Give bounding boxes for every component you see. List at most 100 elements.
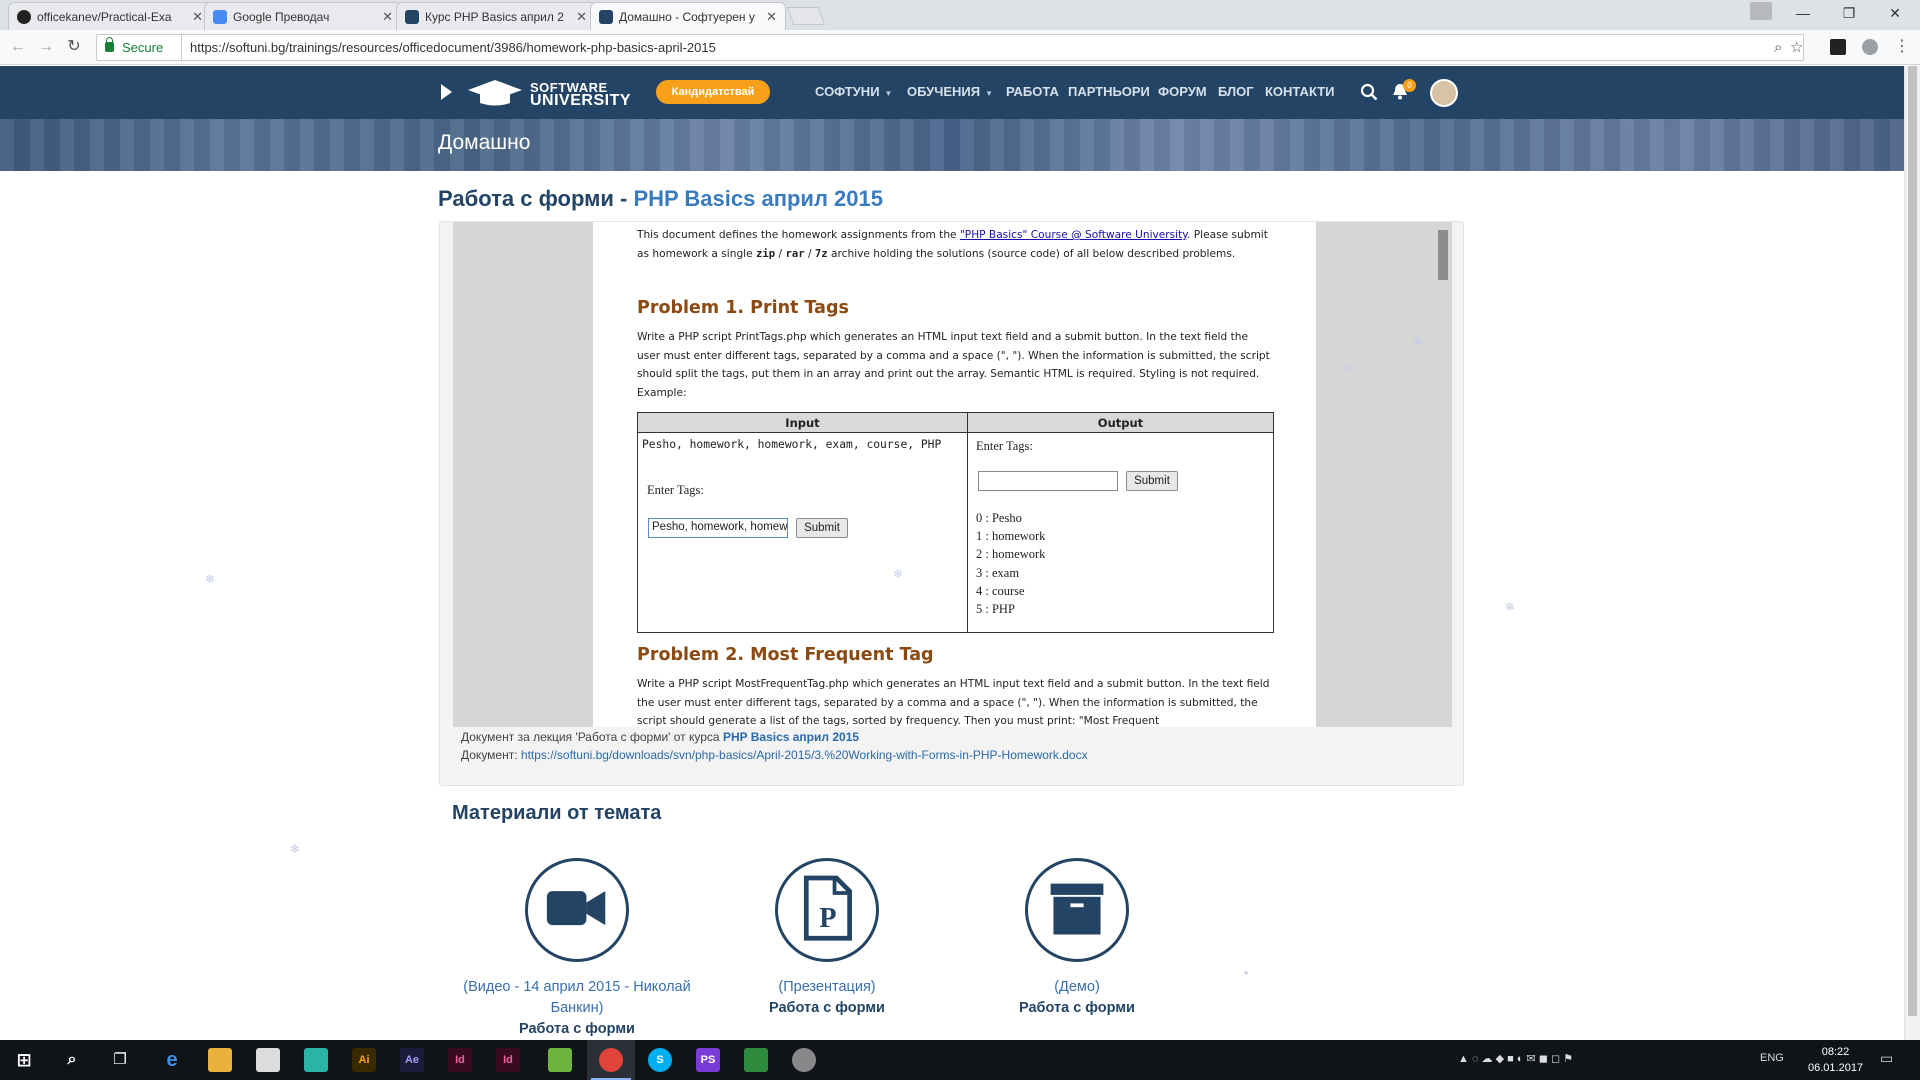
- app-icon[interactable]: [548, 1048, 572, 1072]
- viewer-scrollbar[interactable]: [1438, 230, 1448, 280]
- close-window-icon[interactable]: ✕: [1872, 0, 1918, 28]
- close-tab-icon[interactable]: ✕: [382, 3, 393, 30]
- browser-tab-homework[interactable]: Домашно - Софтуерен у ✕: [590, 2, 786, 30]
- close-tab-icon[interactable]: ✕: [576, 3, 587, 30]
- intro-text: This document defines the homework assig…: [637, 229, 960, 241]
- nav-contacts[interactable]: КОНТАКТИ: [1265, 84, 1335, 99]
- problem-2-text: Write a PHP script MostFrequentTag.php w…: [637, 678, 1270, 727]
- submit-button-example: Submit: [1126, 471, 1178, 491]
- logo-text-university[interactable]: UNIVERSITY: [530, 92, 631, 110]
- avatar[interactable]: [1430, 79, 1458, 107]
- nav-trainings[interactable]: ОБУЧЕНИЯ ▼: [907, 84, 993, 99]
- page-banner: Домашно: [0, 119, 1904, 171]
- intro-text: archive holding the solutions (source co…: [827, 247, 1236, 260]
- reload-icon[interactable]: ↻: [62, 35, 86, 59]
- edge-icon[interactable]: e: [160, 1048, 184, 1072]
- browser-tab-course[interactable]: Курс PHP Basics април 2 ✕: [396, 2, 596, 30]
- after-effects-icon[interactable]: Ae: [400, 1048, 424, 1072]
- material-label[interactable]: (Демо): [947, 977, 1207, 998]
- video-camera-icon[interactable]: [525, 858, 629, 962]
- search-icon[interactable]: [1360, 83, 1378, 101]
- browser-tab-google-translate[interactable]: Google Преводач ✕: [204, 2, 402, 30]
- skype-icon[interactable]: S: [648, 1048, 672, 1072]
- output-list: 0 : Pesho 1 : homework 2 : homework 3 : …: [976, 509, 1045, 618]
- nav-blog[interactable]: БЛОГ: [1218, 84, 1254, 99]
- material-presentation[interactable]: P (Презентация) Работа с форми: [697, 858, 957, 1019]
- task-view-icon[interactable]: ❐: [108, 1048, 132, 1072]
- output-item: 0 : Pesho: [976, 511, 1022, 525]
- output-item: 5 : PHP: [976, 602, 1015, 617]
- app-icon[interactable]: [304, 1048, 328, 1072]
- format-7z: 7z: [814, 247, 828, 260]
- chevron-down-icon: ▼: [884, 89, 893, 98]
- document-page: This document defines the homework assig…: [593, 222, 1316, 727]
- chrome-icon[interactable]: [599, 1048, 623, 1072]
- restore-icon[interactable]: ❐: [1826, 0, 1872, 28]
- browser-tab-github[interactable]: officekanev/Practical-Exa ✕: [8, 2, 212, 30]
- browser-toolbar: ← → ↻ Secure https://softuni.bg/training…: [0, 30, 1920, 65]
- material-name[interactable]: Работа с форми: [697, 998, 957, 1019]
- document-download-link[interactable]: https://softuni.bg/downloads/svn/php-bas…: [521, 748, 1088, 762]
- output-item: 2 : homework: [976, 547, 1046, 562]
- presentation-icon[interactable]: P: [775, 858, 879, 962]
- format-zip: zip: [756, 247, 776, 260]
- material-name[interactable]: Работа с форми: [447, 1019, 707, 1040]
- nav-forum[interactable]: ФОРУМ: [1158, 84, 1207, 99]
- extension-icon[interactable]: [1830, 39, 1846, 55]
- indesign-icon[interactable]: Id: [448, 1048, 472, 1072]
- course-link[interactable]: PHP Basics април 2015: [633, 186, 883, 211]
- clock[interactable]: 08:22 06.01.2017: [1808, 1044, 1863, 1076]
- file-explorer-icon[interactable]: [208, 1048, 232, 1072]
- graduation-cap-logo-icon[interactable]: [466, 78, 524, 106]
- close-tab-icon[interactable]: ✕: [192, 3, 203, 30]
- document-viewer[interactable]: This document defines the homework assig…: [453, 222, 1452, 727]
- url-text[interactable]: https://softuni.bg/trainings/resources/o…: [181, 35, 716, 60]
- address-bar[interactable]: Secure https://softuni.bg/trainings/reso…: [96, 34, 1804, 61]
- caption-course-link[interactable]: PHP Basics април 2015: [723, 730, 859, 744]
- nav-softuni[interactable]: СОФТУНИ ▼: [815, 84, 892, 99]
- chrome-menu-icon[interactable]: ⋮: [1890, 35, 1914, 59]
- nav-partners[interactable]: ПАРТНЬОРИ: [1068, 84, 1150, 99]
- material-video[interactable]: (Видео - 14 април 2015 - Николай Банкин)…: [447, 858, 707, 1040]
- back-icon[interactable]: ←: [6, 35, 30, 59]
- zoom-icon[interactable]: ⌕: [1774, 35, 1782, 60]
- lock-icon: [105, 37, 114, 52]
- close-tab-icon[interactable]: ✕: [766, 3, 777, 30]
- indesign-icon[interactable]: Id: [496, 1048, 520, 1072]
- material-label[interactable]: (Видео - 14 април 2015 - Николай Банкин): [447, 977, 707, 1019]
- phpstorm-icon[interactable]: PS: [696, 1048, 720, 1072]
- material-demo[interactable]: (Демо) Работа с форми: [947, 858, 1207, 1019]
- tray-icons[interactable]: ▲ ◌ ☁ ◆ ■ ◐ ✉ ◼ ◻ ⚑: [1458, 1052, 1573, 1065]
- forward-icon[interactable]: →: [34, 35, 58, 59]
- illustrator-icon[interactable]: Ai: [352, 1048, 376, 1072]
- course-hyperlink[interactable]: "PHP Basics" Course @ Software Universit…: [960, 229, 1187, 241]
- app-icon[interactable]: [792, 1048, 816, 1072]
- minimize-icon[interactable]: —: [1780, 0, 1826, 28]
- menu-toggle-icon[interactable]: [441, 84, 452, 100]
- archive-box-icon[interactable]: [1025, 858, 1129, 962]
- bookmark-star-icon[interactable]: ☆: [1790, 35, 1803, 60]
- search-icon[interactable]: ⌕: [60, 1048, 84, 1072]
- material-name[interactable]: Работа с форми: [947, 998, 1207, 1019]
- tags-input-example: Pesho, homework, homew: [648, 518, 788, 538]
- intro-paragraph: This document defines the homework assig…: [637, 226, 1272, 263]
- output-item: 1 : homework: [976, 529, 1046, 544]
- notifications-icon[interactable]: ▭: [1880, 1050, 1893, 1067]
- tags-input-example: [978, 471, 1118, 491]
- softuni-favicon-icon: [405, 10, 419, 24]
- format-rar: rar: [785, 247, 805, 260]
- language-indicator[interactable]: ENG: [1760, 1052, 1784, 1064]
- enter-tags-label: Enter Tags:: [976, 439, 1033, 453]
- new-tab-button[interactable]: [786, 7, 826, 25]
- store-icon[interactable]: [256, 1048, 280, 1072]
- page-scrollbar-thumb[interactable]: [1908, 66, 1917, 1016]
- separator: /: [804, 247, 815, 260]
- nav-jobs[interactable]: РАБОТА: [1006, 84, 1059, 99]
- extension-icon[interactable]: [1862, 39, 1878, 55]
- apply-button[interactable]: Кандидатствай: [656, 80, 770, 104]
- app-icon[interactable]: [744, 1048, 768, 1072]
- material-label[interactable]: (Презентация): [697, 977, 957, 998]
- page-scrollbar[interactable]: [1904, 66, 1920, 1040]
- windows-start-icon[interactable]: ⊞: [12, 1048, 36, 1072]
- browser-user-icon[interactable]: [1750, 2, 1772, 20]
